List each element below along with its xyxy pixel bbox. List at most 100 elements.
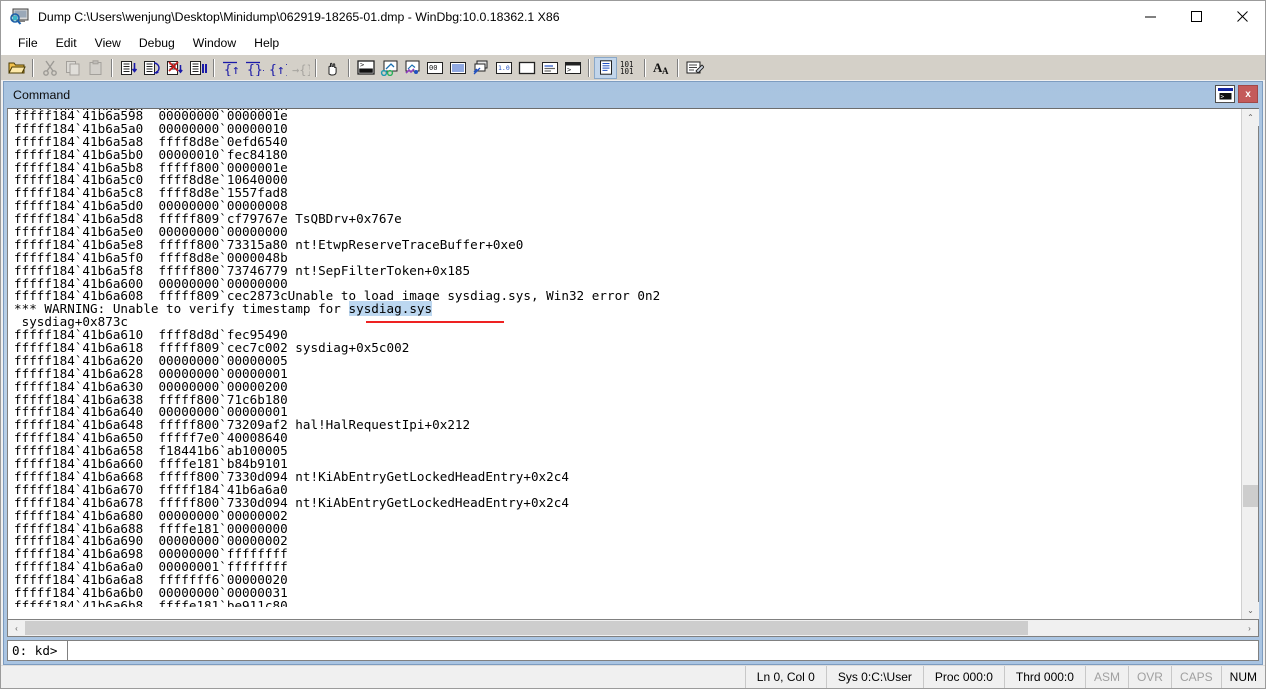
vertical-scrollbar[interactable]: ⌃ ⌄ bbox=[1241, 109, 1259, 619]
title-bar: Dump C:\Users\wenjung\Desktop\Minidump\0… bbox=[1, 1, 1265, 32]
window-title: Dump C:\Users\wenjung\Desktop\Minidump\0… bbox=[38, 9, 560, 24]
toolbar-separator bbox=[111, 58, 113, 77]
horizontal-scrollbar[interactable]: ‹ › bbox=[7, 620, 1259, 637]
status-thrd: Thrd 000:0 bbox=[1003, 666, 1085, 688]
command-output-line: fffff184`41b6a6b0 00000000`00000031 bbox=[14, 584, 1241, 600]
app-icon bbox=[9, 7, 31, 27]
stack-frame-up-icon[interactable]: {↑} bbox=[219, 57, 242, 79]
toolbar-separator bbox=[213, 58, 215, 77]
paste-icon[interactable] bbox=[84, 57, 107, 79]
status-asm: ASM bbox=[1084, 666, 1128, 688]
hand-source-mode-icon[interactable] bbox=[321, 57, 344, 79]
status-ovr: OVR bbox=[1127, 666, 1171, 688]
command-window-client: fffff184`41b6a590 00000000`00000000fffff… bbox=[7, 108, 1259, 661]
command-output-line: fffff184`41b6a6b8 ffffe181`be911c80 bbox=[14, 600, 1241, 607]
command-window-caption[interactable]: Command >_ x bbox=[4, 82, 1262, 108]
call-stack-window-icon[interactable] bbox=[469, 57, 492, 79]
menu-file[interactable]: File bbox=[9, 34, 47, 53]
scroll-right-arrow[interactable]: › bbox=[1241, 620, 1258, 636]
svg-text:A: A bbox=[662, 66, 669, 76]
registers-window-icon[interactable]: 00 bbox=[423, 57, 446, 79]
windbg-window: Dump C:\Users\wenjung\Desktop\Minidump\0… bbox=[0, 0, 1266, 689]
scroll-left-arrow[interactable]: ‹ bbox=[8, 620, 25, 636]
command-output-text[interactable]: fffff184`41b6a590 00000000`00000000fffff… bbox=[8, 109, 1241, 619]
toolbar-separator bbox=[32, 58, 34, 77]
stack-frame-down-icon[interactable]: {}→ bbox=[242, 57, 265, 79]
toolbar-separator bbox=[644, 58, 646, 77]
highlighted-module-name: sysdiag.sys bbox=[348, 301, 433, 317]
open-dump-icon[interactable] bbox=[5, 57, 28, 79]
command-browser-icon[interactable]: >_ bbox=[561, 57, 584, 79]
command-output-area: fffff184`41b6a590 00000000`00000000fffff… bbox=[7, 108, 1259, 620]
menu-window[interactable]: Window bbox=[184, 34, 245, 53]
vertical-scrollbar-track[interactable] bbox=[1242, 126, 1258, 602]
source-window-icon[interactable] bbox=[594, 56, 617, 79]
status-bar: Ln 0, Col 0 Sys 0:C:\User Proc 000:0 Thr… bbox=[1, 665, 1265, 688]
svg-text:{↑}: {↑} bbox=[224, 63, 241, 76]
menu-view[interactable]: View bbox=[86, 34, 130, 53]
toolbar-separator bbox=[677, 58, 679, 77]
scroll-down-arrow[interactable]: ⌄ bbox=[1242, 602, 1259, 619]
close-button[interactable] bbox=[1219, 1, 1265, 32]
output-line-text: fffff184`41b6a6b0 00000000`00000031 bbox=[14, 584, 288, 600]
command-input[interactable] bbox=[67, 640, 1259, 661]
svg-text:101: 101 bbox=[620, 67, 634, 76]
vertical-scrollbar-thumb[interactable] bbox=[1243, 485, 1258, 507]
break-icon[interactable] bbox=[186, 57, 209, 79]
numbers-icon[interactable]: 101 101 bbox=[617, 57, 640, 79]
processes-threads-icon[interactable] bbox=[538, 57, 561, 79]
step-into-icon[interactable] bbox=[117, 57, 140, 79]
command-window-close-button[interactable]: x bbox=[1238, 85, 1258, 103]
disassembly-window-icon[interactable]: 1.0 bbox=[492, 57, 515, 79]
toolbar-separator bbox=[348, 58, 350, 77]
horizontal-scrollbar-thumb[interactable] bbox=[25, 621, 1028, 635]
scratch-pad-icon[interactable] bbox=[515, 57, 538, 79]
command-window-restore-button[interactable]: >_ bbox=[1215, 85, 1235, 103]
cut-icon[interactable] bbox=[38, 57, 61, 79]
svg-text:>_: >_ bbox=[1220, 93, 1228, 100]
command-prompt-label: 0: kd> bbox=[7, 640, 67, 661]
stack-frame-icon[interactable]: {↑} bbox=[265, 57, 288, 79]
output-line-text: fffff184`41b6a6b8 ffffe181`be911c80 bbox=[14, 600, 288, 607]
svg-text:>_: >_ bbox=[567, 66, 576, 74]
menu-debug[interactable]: Debug bbox=[130, 34, 184, 53]
status-sys: Sys 0:C:\User bbox=[825, 666, 923, 688]
scroll-up-arrow[interactable]: ⌃ bbox=[1242, 109, 1259, 126]
status-num: NUM bbox=[1220, 666, 1265, 688]
memory-window-icon[interactable] bbox=[446, 57, 469, 79]
menu-help[interactable]: Help bbox=[245, 34, 288, 53]
menu-edit[interactable]: Edit bbox=[47, 34, 86, 53]
toolbar: {↑} {}→ {↑} →{} bbox=[1, 54, 1265, 80]
status-proc: Proc 000:0 bbox=[922, 666, 1004, 688]
status-line-col: Ln 0, Col 0 bbox=[744, 666, 826, 688]
command-window: Command >_ x fffff184`41b6a590 00000000`… bbox=[3, 81, 1263, 665]
svg-text:→{}: →{} bbox=[292, 63, 310, 76]
watch-braces-icon[interactable]: →{} bbox=[288, 57, 311, 79]
window-controls bbox=[1127, 1, 1265, 32]
run-to-cursor-icon[interactable] bbox=[163, 57, 186, 79]
copy-icon[interactable] bbox=[61, 57, 84, 79]
step-over-icon[interactable] bbox=[140, 57, 163, 79]
command-prompt-row: 0: kd> bbox=[7, 640, 1259, 661]
toolbar-separator bbox=[315, 58, 317, 77]
maximize-button[interactable] bbox=[1173, 1, 1219, 32]
command-window-icon[interactable]: >_ bbox=[354, 57, 377, 79]
svg-text:00: 00 bbox=[429, 64, 437, 72]
svg-text:{}→: {}→ bbox=[247, 63, 264, 76]
status-bar-spacer bbox=[1, 666, 745, 688]
watch-window-icon[interactable] bbox=[377, 57, 400, 79]
font-icon[interactable]: A A bbox=[650, 57, 673, 79]
svg-text:1.0: 1.0 bbox=[498, 64, 510, 72]
red-underline-annotation bbox=[366, 321, 504, 324]
horizontal-scrollbar-track[interactable] bbox=[25, 620, 1241, 636]
minimize-button[interactable] bbox=[1127, 1, 1173, 32]
menu-bar: File Edit View Debug Window Help bbox=[1, 32, 1265, 54]
command-window-title: Command bbox=[13, 88, 71, 102]
svg-text:>_: >_ bbox=[360, 61, 369, 69]
options-icon[interactable] bbox=[683, 57, 706, 79]
command-output-line: *** WARNING: Unable to verify timestamp … bbox=[14, 301, 1241, 317]
command-window-caption-buttons: >_ x bbox=[1215, 85, 1258, 103]
toolbar-separator bbox=[588, 58, 590, 77]
status-caps: CAPS bbox=[1170, 666, 1221, 688]
locals-window-icon[interactable] bbox=[400, 57, 423, 79]
